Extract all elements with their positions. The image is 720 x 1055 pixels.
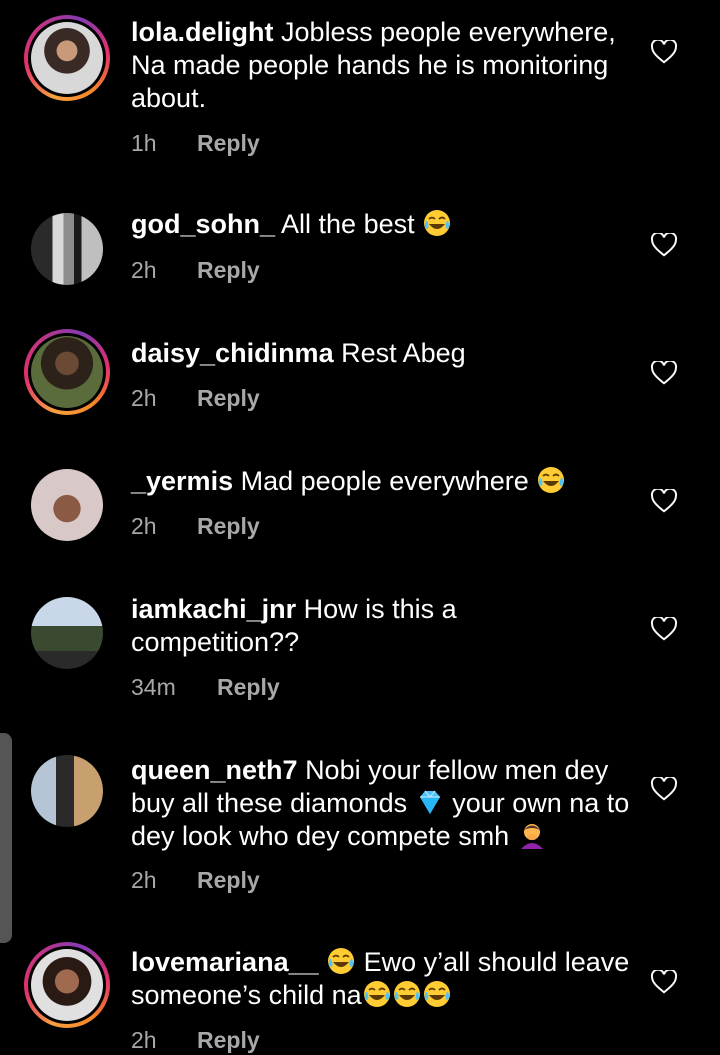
comment-username[interactable]: iamkachi_jnr xyxy=(131,594,296,624)
comment-time: 2h xyxy=(131,513,157,539)
comment-meta: 2h Reply xyxy=(131,867,260,894)
comment-text: queen_neth7 Nobi your fellow men dey buy… xyxy=(131,754,631,853)
comment-text: lola.delight Jobless people everywhere, … xyxy=(131,16,631,115)
comment-meta: 34m Reply xyxy=(131,674,280,701)
comment-body: Rest Abeg xyxy=(341,338,466,368)
laughing-tears-emoji xyxy=(423,981,450,1007)
avatar-wrapper[interactable] xyxy=(24,748,110,834)
laughing-tears-emoji xyxy=(424,210,451,236)
comment-text: god_sohn_ All the best xyxy=(131,208,631,241)
comment-text: daisy_chidinma Rest Abeg xyxy=(131,337,631,370)
comments-page: lola.delight Jobless people everywhere, … xyxy=(0,0,720,1055)
comment-meta: 2h Reply xyxy=(131,513,260,540)
gem-stone-emoji xyxy=(419,790,440,814)
avatar xyxy=(31,949,103,1021)
comment-username[interactable]: _yermis xyxy=(131,466,233,496)
laughing-tears-emoji xyxy=(328,948,355,974)
comment-username[interactable]: lovemariana__ xyxy=(131,947,319,977)
laughing-tears-emoji xyxy=(538,467,565,493)
heart-outline-icon[interactable] xyxy=(651,777,677,801)
heart-outline-icon[interactable] xyxy=(651,617,677,641)
avatar-story-ring[interactable] xyxy=(24,329,110,415)
reply-button[interactable]: Reply xyxy=(197,513,260,540)
comment-text: _yermis Mad people everywhere xyxy=(131,465,631,498)
laughing-tears-emoji xyxy=(363,981,390,1007)
comment-username[interactable]: queen_neth7 xyxy=(131,755,298,785)
heart-outline-icon[interactable] xyxy=(651,40,677,64)
reply-button[interactable]: Reply xyxy=(197,1027,260,1054)
reply-button[interactable]: Reply xyxy=(197,257,260,284)
avatar-wrapper[interactable] xyxy=(24,590,110,676)
reply-button[interactable]: Reply xyxy=(197,867,260,894)
comment-time: 2h xyxy=(131,867,157,893)
comment-meta: 2h Reply xyxy=(131,385,260,412)
comment-username[interactable]: god_sohn_ xyxy=(131,209,275,239)
avatar-wrapper[interactable] xyxy=(24,462,110,548)
comment-time: 2h xyxy=(131,385,157,411)
edge-panel-handle[interactable] xyxy=(0,733,12,943)
person-facepalming-emoji xyxy=(520,824,543,849)
comment-username[interactable]: lola.delight xyxy=(131,17,274,47)
comment-time: 1h xyxy=(131,130,157,156)
avatar-wrapper[interactable] xyxy=(24,206,110,292)
avatar xyxy=(31,22,103,94)
comment-body: All the best xyxy=(281,209,415,239)
reply-button[interactable]: Reply xyxy=(197,385,260,412)
heart-outline-icon[interactable] xyxy=(651,361,677,385)
comment-text: lovemariana__ Ewo y’all should leave som… xyxy=(131,946,631,1012)
heart-outline-icon[interactable] xyxy=(651,970,677,994)
heart-outline-icon[interactable] xyxy=(651,489,677,513)
avatar xyxy=(31,597,103,669)
avatar-story-ring[interactable] xyxy=(24,942,110,1028)
avatar xyxy=(31,469,103,541)
comment-meta: 2h Reply xyxy=(131,257,260,284)
comment-meta: 2h Reply xyxy=(131,1027,260,1054)
comment-username[interactable]: daisy_chidinma xyxy=(131,338,334,368)
comment-body: Mad people everywhere xyxy=(240,466,529,496)
comment-time: 2h xyxy=(131,1027,157,1053)
laughing-tears-emoji xyxy=(393,981,420,1007)
reply-button[interactable]: Reply xyxy=(217,674,280,701)
avatar xyxy=(31,755,103,827)
reply-button[interactable]: Reply xyxy=(197,130,260,157)
comment-meta: 1h Reply xyxy=(131,130,260,157)
comment-time: 2h xyxy=(131,257,157,283)
avatar xyxy=(31,336,103,408)
comment-time: 34m xyxy=(131,674,176,700)
avatar xyxy=(31,213,103,285)
avatar-story-ring[interactable] xyxy=(24,15,110,101)
comment-text: iamkachi_jnr How is this a competition?? xyxy=(131,593,631,659)
heart-outline-icon[interactable] xyxy=(651,233,677,257)
